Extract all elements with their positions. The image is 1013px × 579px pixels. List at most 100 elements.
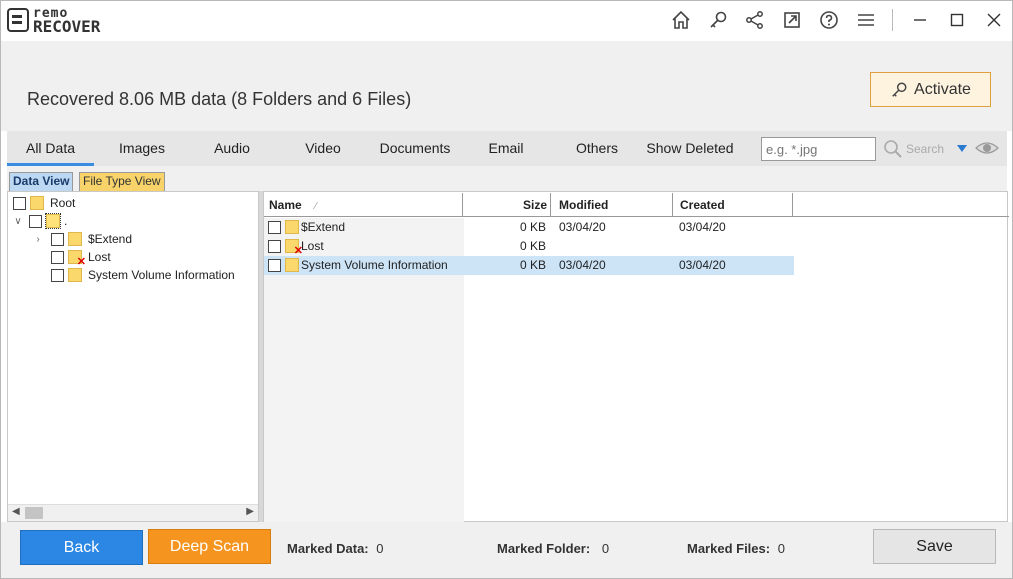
file-modified: 03/04/20 xyxy=(559,220,606,234)
checkbox[interactable] xyxy=(51,250,64,264)
search-options-dropdown-icon[interactable] xyxy=(957,145,967,152)
checkbox[interactable] xyxy=(51,268,64,282)
horizontal-scrollbar[interactable]: ◀ ▶ xyxy=(8,504,258,521)
deep-scan-button[interactable]: Deep Scan xyxy=(148,529,271,564)
marked-data: Marked Data: 0 xyxy=(287,541,384,556)
menu-icon[interactable] xyxy=(847,1,884,39)
tree-node-label: . xyxy=(64,214,68,228)
title-bar-actions xyxy=(662,1,1012,39)
divider xyxy=(892,9,893,31)
deleted-folder-icon: ✕ xyxy=(68,250,86,268)
checkbox[interactable] xyxy=(51,232,64,246)
tree-node-label: Lost xyxy=(88,250,111,264)
eye-icon[interactable] xyxy=(975,139,999,160)
table-row-selected[interactable]: System Volume Information 0 KB 03/04/20 … xyxy=(264,256,794,275)
logo-icon xyxy=(7,8,29,32)
tree-node-system-volume-information[interactable]: System Volume Information xyxy=(51,266,235,284)
column-header-modified[interactable]: Modified xyxy=(551,193,673,217)
tab-show-deleted[interactable]: Show Deleted xyxy=(644,131,736,166)
marked-folder: Marked Folder: 0 xyxy=(497,541,610,556)
file-size: 0 KB xyxy=(519,239,546,253)
search-button-label: Search xyxy=(906,142,945,156)
column-header-name[interactable]: Name ⁄ xyxy=(264,193,463,217)
tree-node-drive[interactable]: ∨ . xyxy=(13,212,67,230)
tree-node-root[interactable]: Root xyxy=(13,194,75,212)
logo-text-bottom: RECOVER xyxy=(33,17,101,36)
title-bar: remo RECOVER xyxy=(1,1,1012,41)
file-name: Lost xyxy=(301,239,324,253)
folder-icon xyxy=(68,268,82,282)
minimize-icon[interactable] xyxy=(901,1,938,39)
maximize-icon[interactable] xyxy=(938,1,975,39)
file-name: $Extend xyxy=(301,220,346,234)
tab-others[interactable]: Others xyxy=(562,131,632,166)
checkbox[interactable] xyxy=(268,240,281,253)
tree-node-extend[interactable]: › $Extend xyxy=(33,230,132,248)
scroll-left-icon[interactable]: ◀ xyxy=(12,506,20,517)
external-link-icon[interactable] xyxy=(773,1,810,39)
file-size: 0 KB xyxy=(519,220,546,234)
checkbox[interactable] xyxy=(268,259,281,272)
tab-video[interactable]: Video xyxy=(287,131,359,166)
activate-button[interactable]: Activate xyxy=(870,72,991,107)
view-tabs: Data View File Type View xyxy=(7,166,1007,191)
category-tabs: All Data Images Audio Video Documents Em… xyxy=(7,131,1007,166)
home-icon[interactable] xyxy=(662,1,699,39)
file-name: System Volume Information xyxy=(301,258,448,272)
file-list: Name ⁄ Size Modified Created $Extend 0 K… xyxy=(263,191,1009,522)
marked-data-value: 0 xyxy=(376,541,384,556)
tab-data-view[interactable]: Data View xyxy=(9,172,74,191)
close-icon[interactable] xyxy=(975,1,1012,39)
scrollbar-thumb[interactable] xyxy=(25,507,43,519)
file-modified: 03/04/20 xyxy=(559,258,606,272)
sort-icon: ⁄ xyxy=(315,201,317,212)
recovery-status-text: Recovered 8.06 MB data (8 Folders and 6 … xyxy=(27,89,412,109)
tab-email[interactable]: Email xyxy=(475,131,537,166)
file-created: 03/04/20 xyxy=(679,258,726,272)
search-button[interactable]: Search xyxy=(883,137,944,161)
scroll-right-icon[interactable]: ▶ xyxy=(246,506,254,517)
tab-audio[interactable]: Audio xyxy=(197,131,267,166)
key-icon xyxy=(892,82,907,97)
activate-label: Activate xyxy=(914,80,971,98)
share-icon[interactable] xyxy=(736,1,773,39)
table-row[interactable]: ✕ Lost 0 KB xyxy=(264,237,794,257)
search-icon xyxy=(884,140,902,158)
folder-icon xyxy=(285,258,299,272)
file-created: 03/04/20 xyxy=(679,220,726,234)
tab-all-data[interactable]: All Data xyxy=(7,131,94,166)
folder-icon xyxy=(45,213,61,229)
checkbox[interactable] xyxy=(13,196,26,210)
tab-documents[interactable]: Documents xyxy=(372,131,458,166)
tab-file-type-view[interactable]: File Type View xyxy=(79,172,165,191)
search-input[interactable] xyxy=(761,137,876,161)
folder-tree: Root ∨ . › $Extend ✕ Lost System Volume … xyxy=(7,191,259,522)
save-button[interactable]: Save xyxy=(873,529,996,564)
help-icon[interactable] xyxy=(810,1,847,39)
column-header-created[interactable]: Created xyxy=(673,193,793,217)
chevron-right-icon[interactable]: › xyxy=(33,234,43,245)
folder-icon xyxy=(30,196,44,210)
header-panel: Recovered 8.06 MB data (8 Folders and 6 … xyxy=(1,41,1012,131)
marked-folder-value: 0 xyxy=(601,541,610,556)
folder-icon xyxy=(285,220,299,234)
column-header-size[interactable]: Size xyxy=(463,193,551,217)
tree-node-label: System Volume Information xyxy=(88,268,235,282)
marked-files-value: 0 xyxy=(777,541,785,556)
checkbox[interactable] xyxy=(29,214,42,228)
folder-icon xyxy=(68,232,82,246)
tree-node-label: Root xyxy=(50,196,76,210)
app-logo: remo RECOVER xyxy=(7,7,101,36)
table-row[interactable]: $Extend 0 KB 03/04/20 03/04/20 xyxy=(264,218,794,237)
tree-node-lost[interactable]: ✕ Lost xyxy=(51,248,111,268)
bottom-bar: Back Deep Scan Marked Data: 0 Marked Fol… xyxy=(1,522,1012,578)
tree-node-label: $Extend xyxy=(88,232,133,246)
chevron-down-icon[interactable]: ∨ xyxy=(13,216,23,227)
key-icon[interactable] xyxy=(699,1,736,39)
file-size: 0 KB xyxy=(519,258,546,272)
marked-files: Marked Files: 0 xyxy=(687,541,785,556)
back-button[interactable]: Back xyxy=(20,530,143,565)
tab-images[interactable]: Images xyxy=(102,131,182,166)
deleted-folder-icon: ✕ xyxy=(285,239,303,257)
checkbox[interactable] xyxy=(268,221,281,234)
